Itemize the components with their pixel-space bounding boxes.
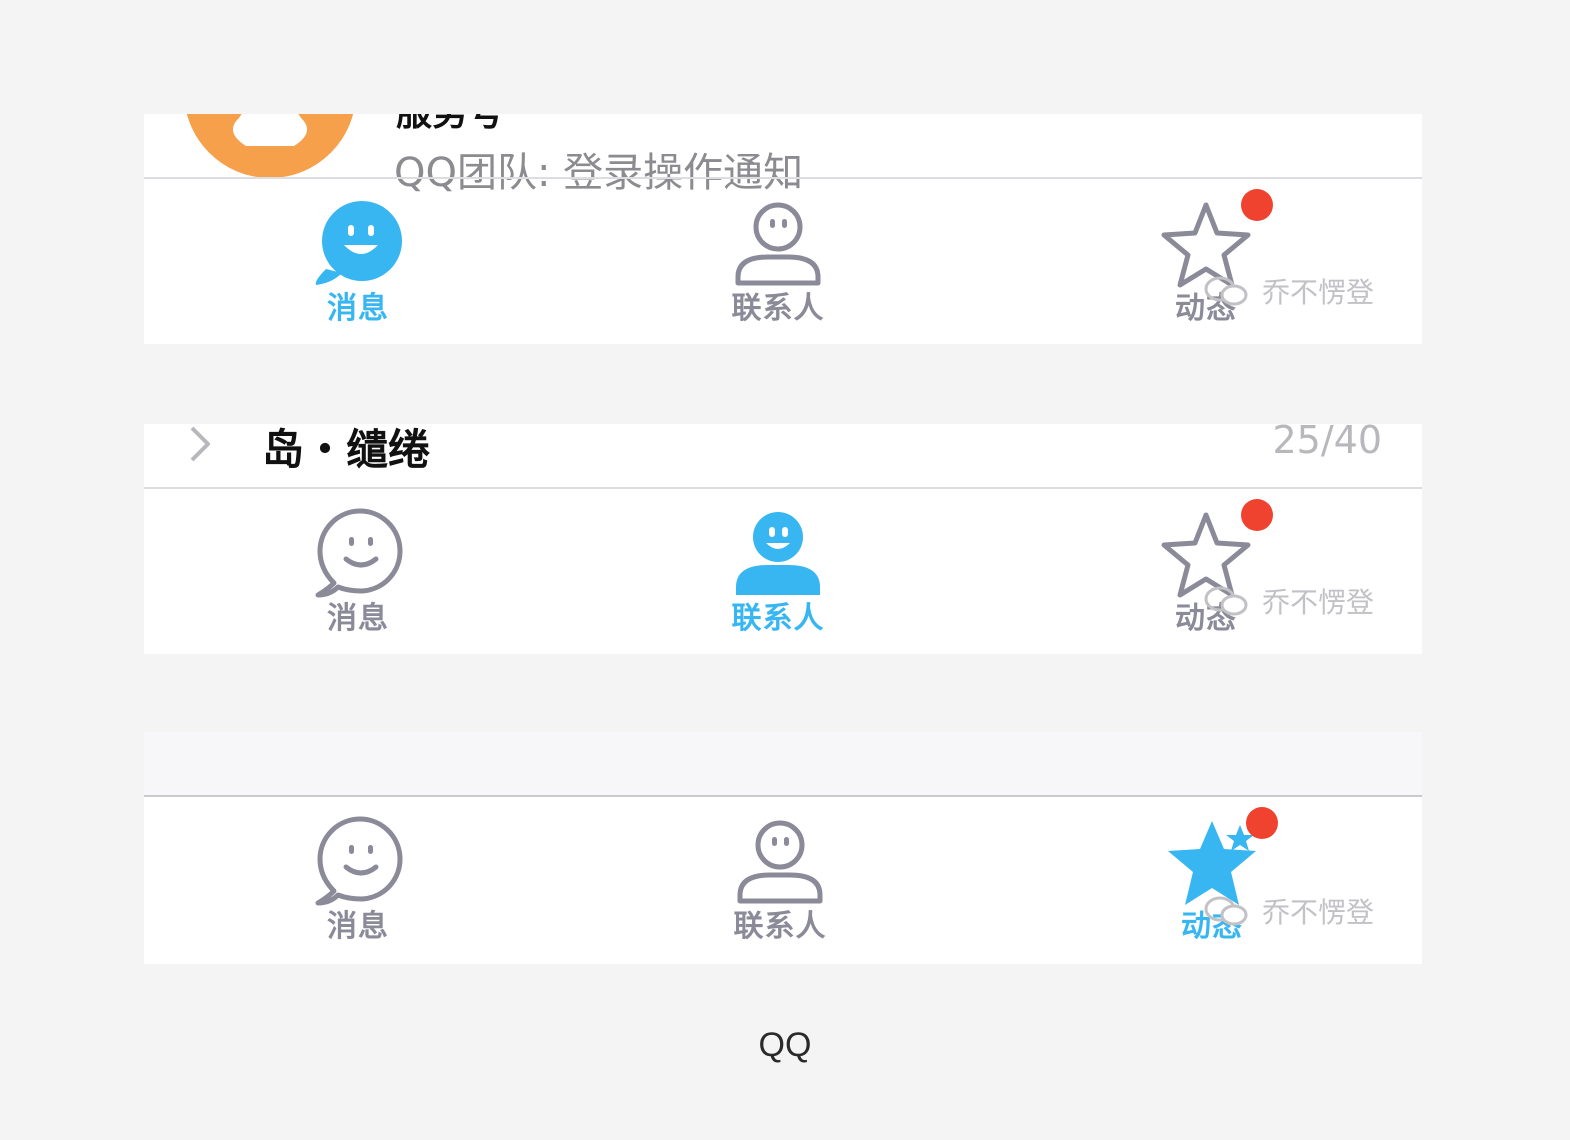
tab-feeds[interactable]: 动态 (1160, 489, 1252, 654)
wechat-icon (1204, 276, 1248, 306)
group-name: 岛・缱绻 (262, 425, 431, 474)
tab-label: 联系人 (731, 601, 825, 636)
wechat-icon (1204, 896, 1248, 926)
watermark-text: 乔不愣登 (1262, 896, 1375, 929)
tab-messages[interactable]: 消息 (304, 179, 412, 344)
tab-contacts[interactable]: 联系人 (722, 797, 838, 964)
group-row[interactable]: 岛・缱绻 25/40 (144, 424, 1422, 488)
service-avatar (184, 114, 356, 178)
tab-contacts[interactable]: 联系人 (720, 179, 836, 344)
watermark: 乔不愣登 (1204, 581, 1374, 621)
service-title: 服务号 (396, 114, 504, 136)
tab-label: 联系人 (733, 909, 827, 944)
tab-contacts[interactable]: 联系人 (720, 489, 836, 654)
tab-bar: 消息 联系人 动态 乔不愣登 (144, 797, 1422, 964)
tab-messages[interactable]: 消息 (304, 797, 412, 964)
tab-label: 联系人 (731, 291, 825, 326)
watermark-text: 乔不愣登 (1262, 276, 1375, 309)
chevron-right-icon (190, 426, 210, 462)
tab-messages[interactable]: 消息 (304, 489, 412, 654)
tab-bar: 消息 联系人 动态 乔不愣登 (144, 179, 1422, 344)
tabbar-panel-feeds: 消息 联系人 动态 乔不愣登 (144, 732, 1422, 964)
message-smile-icon (315, 816, 403, 906)
caption: QQ (758, 1026, 812, 1064)
tab-label: 消息 (327, 291, 389, 326)
message-smile-icon (315, 201, 402, 285)
notification-badge (1246, 807, 1278, 839)
service-account-row[interactable]: 服务号 QQ团队: 登录操作通知 (144, 114, 1422, 196)
contact-person-icon (735, 202, 821, 286)
notification-badge (1241, 189, 1273, 221)
watermark: 乔不愣登 (1204, 891, 1374, 931)
wechat-icon (1204, 586, 1248, 616)
message-smile-icon (315, 508, 403, 598)
watermark-text: 乔不愣登 (1262, 586, 1375, 619)
watermark: 乔不愣登 (1204, 271, 1374, 311)
tab-bar: 消息 联系人 动态 乔不愣登 (144, 489, 1422, 654)
notification-badge (1241, 499, 1273, 531)
tabbar-panel-contacts: 岛・缱绻 25/40 消息 联系人 动态 乔不愣登 (144, 424, 1422, 654)
tab-feeds[interactable]: 动态 (1166, 797, 1258, 964)
tab-label: 消息 (327, 601, 389, 636)
empty-content-area (144, 732, 1422, 796)
contact-person-icon (737, 820, 823, 904)
tab-label: 消息 (327, 909, 389, 944)
tab-feeds[interactable]: 动态 (1160, 179, 1252, 344)
group-count: 25/40 (1272, 424, 1382, 462)
contact-person-icon (736, 512, 820, 595)
tabbar-panel-messages: 服务号 QQ团队: 登录操作通知 消息 联系人 (144, 114, 1422, 344)
